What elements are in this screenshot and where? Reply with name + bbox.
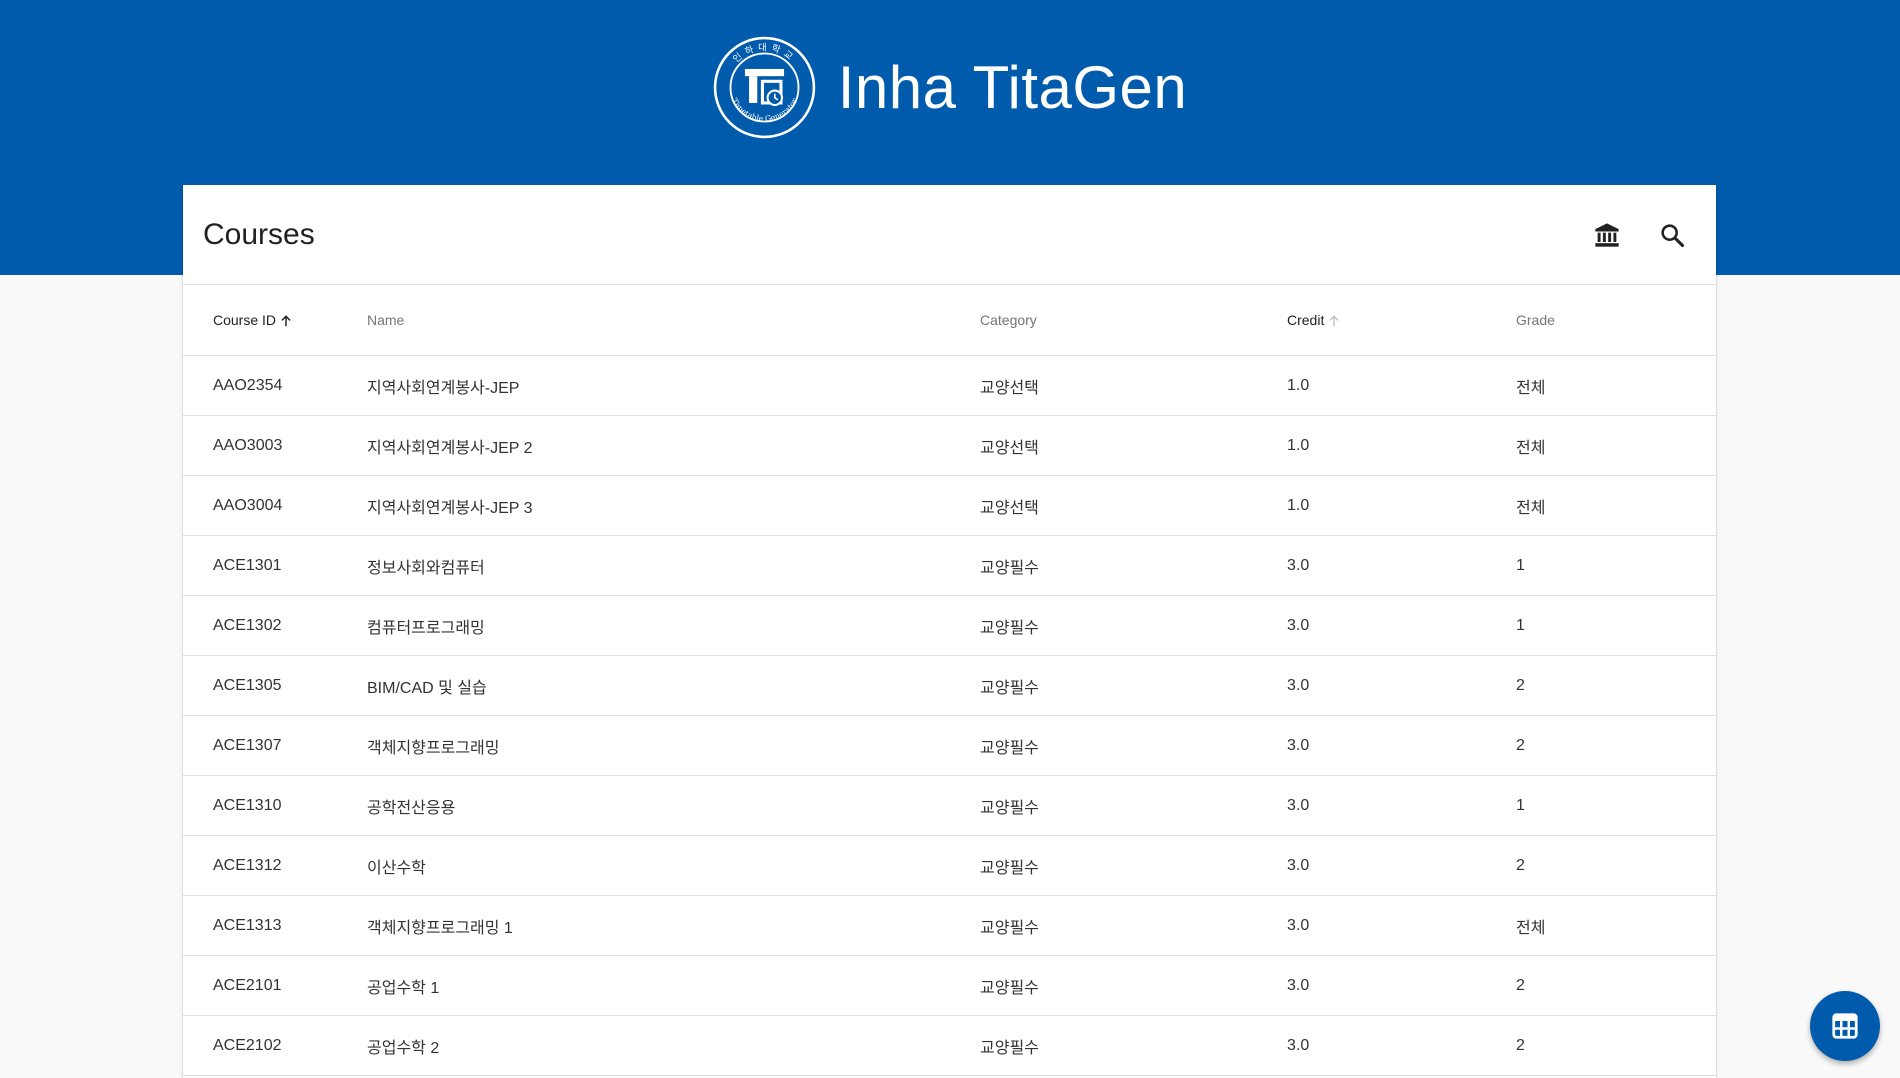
- cell-name: 정보사회와컴퓨터: [367, 535, 980, 596]
- cell-category: 교양필수: [980, 535, 1287, 596]
- page: 인하대학교 Timetable Generator Inha TitaGen C…: [0, 0, 1900, 1078]
- cell-grade: 전체: [1516, 415, 1716, 476]
- cell-name: 이산수학: [367, 835, 980, 896]
- cell-name: 컴퓨터프로그래밍: [367, 595, 980, 656]
- courses-table: Course ID Name Category Credit Grade AAO…: [183, 285, 1716, 1076]
- university-seal-logo: 인하대학교 Timetable Generator: [713, 36, 815, 139]
- cell-grade: 전체: [1516, 895, 1716, 956]
- cell-credit: 3.0: [1287, 895, 1516, 956]
- timetable-icon: [1832, 1013, 1858, 1039]
- cell-category: 교양필수: [980, 835, 1287, 896]
- table-row[interactable]: ACE1312 이산수학 교양필수 3.0 2: [183, 835, 1716, 896]
- cell-category: 교양필수: [980, 955, 1287, 1016]
- cell-credit: 1.0: [1287, 355, 1516, 416]
- table-header-row: Course ID Name Category Credit Grade: [183, 285, 1716, 356]
- column-header-course-id[interactable]: Course ID: [183, 285, 367, 356]
- table-row[interactable]: ACE1310 공학전산응용 교양필수 3.0 1: [183, 775, 1716, 836]
- cell-name: 객체지향프로그래밍 1: [367, 895, 980, 956]
- cell-grade: 전체: [1516, 475, 1716, 536]
- cell-category: 교양필수: [980, 1015, 1287, 1076]
- cell-grade: 1: [1516, 535, 1716, 596]
- table-row[interactable]: ACE1313 객체지향프로그래밍 1 교양필수 3.0 전체: [183, 895, 1716, 956]
- cell-credit: 1.0: [1287, 475, 1516, 536]
- cell-credit: 3.0: [1287, 835, 1516, 896]
- table-row[interactable]: ACE2101 공업수학 1 교양필수 3.0 2: [183, 955, 1716, 1016]
- cell-category: 교양필수: [980, 655, 1287, 716]
- table-row[interactable]: AAO3004 지역사회연계봉사-JEP 3 교양선택 1.0 전체: [183, 475, 1716, 536]
- cell-grade: 전체: [1516, 355, 1716, 416]
- table-row[interactable]: AAO2354 지역사회연계봉사-JEP 교양선택 1.0 전체: [183, 355, 1716, 416]
- cell-grade: 1: [1516, 595, 1716, 656]
- cell-credit: 3.0: [1287, 655, 1516, 716]
- cell-category: 교양선택: [980, 355, 1287, 416]
- cell-name: 공학전산응용: [367, 775, 980, 836]
- cell-credit: 3.0: [1287, 775, 1516, 836]
- cell-course-id: AAO3003: [183, 415, 367, 476]
- cell-grade: 2: [1516, 1015, 1716, 1076]
- cell-category: 교양선택: [980, 415, 1287, 476]
- university-button[interactable]: [1583, 211, 1631, 259]
- cell-category: 교양필수: [980, 715, 1287, 776]
- cell-credit: 3.0: [1287, 1015, 1516, 1076]
- cell-category: 교양필수: [980, 775, 1287, 836]
- table-row[interactable]: ACE1305 BIM/CAD 및 실습 교양필수 3.0 2: [183, 655, 1716, 716]
- cell-course-id: ACE1313: [183, 895, 367, 956]
- cell-grade: 1: [1516, 775, 1716, 836]
- cell-credit: 3.0: [1287, 535, 1516, 596]
- cell-name: 지역사회연계봉사-JEP 3: [367, 475, 980, 536]
- cell-grade: 2: [1516, 715, 1716, 776]
- table-row[interactable]: ACE1307 객체지향프로그래밍 교양필수 3.0 2: [183, 715, 1716, 776]
- cell-course-id: ACE1305: [183, 655, 367, 716]
- card-toolbar: Courses: [183, 185, 1716, 285]
- brand: 인하대학교 Timetable Generator Inha TitaGen: [0, 36, 1900, 139]
- cell-credit: 3.0: [1287, 955, 1516, 1016]
- cell-course-id: ACE2101: [183, 955, 367, 1016]
- cell-course-id: ACE1310: [183, 775, 367, 836]
- svg-text:Timetable Generator: Timetable Generator: [730, 97, 799, 124]
- search-icon: [1661, 223, 1685, 247]
- search-button[interactable]: [1648, 211, 1696, 259]
- cell-name: 객체지향프로그래밍: [367, 715, 980, 776]
- cell-course-id: ACE1301: [183, 535, 367, 596]
- cell-course-id: ACE2102: [183, 1015, 367, 1076]
- cell-course-id: ACE1307: [183, 715, 367, 776]
- cell-credit: 1.0: [1287, 415, 1516, 476]
- cell-category: 교양필수: [980, 895, 1287, 956]
- column-header-category[interactable]: Category: [980, 285, 1287, 356]
- courses-card: Courses Course ID Name Category Credit G…: [183, 185, 1716, 1078]
- cell-category: 교양필수: [980, 595, 1287, 656]
- column-header-grade[interactable]: Grade: [1516, 285, 1716, 356]
- cell-name: 지역사회연계봉사-JEP 2: [367, 415, 980, 476]
- sort-arrow-up-icon: [1329, 315, 1339, 327]
- cell-course-id: ACE1312: [183, 835, 367, 896]
- column-header-name[interactable]: Name: [367, 285, 980, 356]
- sort-arrow-up-icon: [281, 315, 291, 327]
- cell-credit: 3.0: [1287, 715, 1516, 776]
- column-header-credit[interactable]: Credit: [1287, 285, 1516, 356]
- table-row[interactable]: AAO3003 지역사회연계봉사-JEP 2 교양선택 1.0 전체: [183, 415, 1716, 476]
- table-row[interactable]: ACE1301 정보사회와컴퓨터 교양필수 3.0 1: [183, 535, 1716, 596]
- institution-icon: [1595, 222, 1619, 247]
- cell-course-id: ACE1302: [183, 595, 367, 656]
- cell-grade: 2: [1516, 835, 1716, 896]
- cell-course-id: AAO3004: [183, 475, 367, 536]
- cell-category: 교양선택: [980, 475, 1287, 536]
- table-row[interactable]: ACE2102 공업수학 2 교양필수 3.0 2: [183, 1015, 1716, 1076]
- app-title: Inha TitaGen: [837, 53, 1188, 121]
- cell-name: 지역사회연계봉사-JEP: [367, 355, 980, 416]
- cell-name: 공업수학 1: [367, 955, 980, 1016]
- cell-credit: 3.0: [1287, 595, 1516, 656]
- cell-course-id: AAO2354: [183, 355, 367, 416]
- timetable-fab-button[interactable]: [1810, 991, 1880, 1061]
- cell-name: BIM/CAD 및 실습: [367, 655, 980, 716]
- cell-name: 공업수학 2: [367, 1015, 980, 1076]
- cell-grade: 2: [1516, 655, 1716, 716]
- cell-grade: 2: [1516, 955, 1716, 1016]
- table-row[interactable]: ACE1302 컴퓨터프로그래밍 교양필수 3.0 1: [183, 595, 1716, 656]
- card-title: Courses: [203, 217, 315, 251]
